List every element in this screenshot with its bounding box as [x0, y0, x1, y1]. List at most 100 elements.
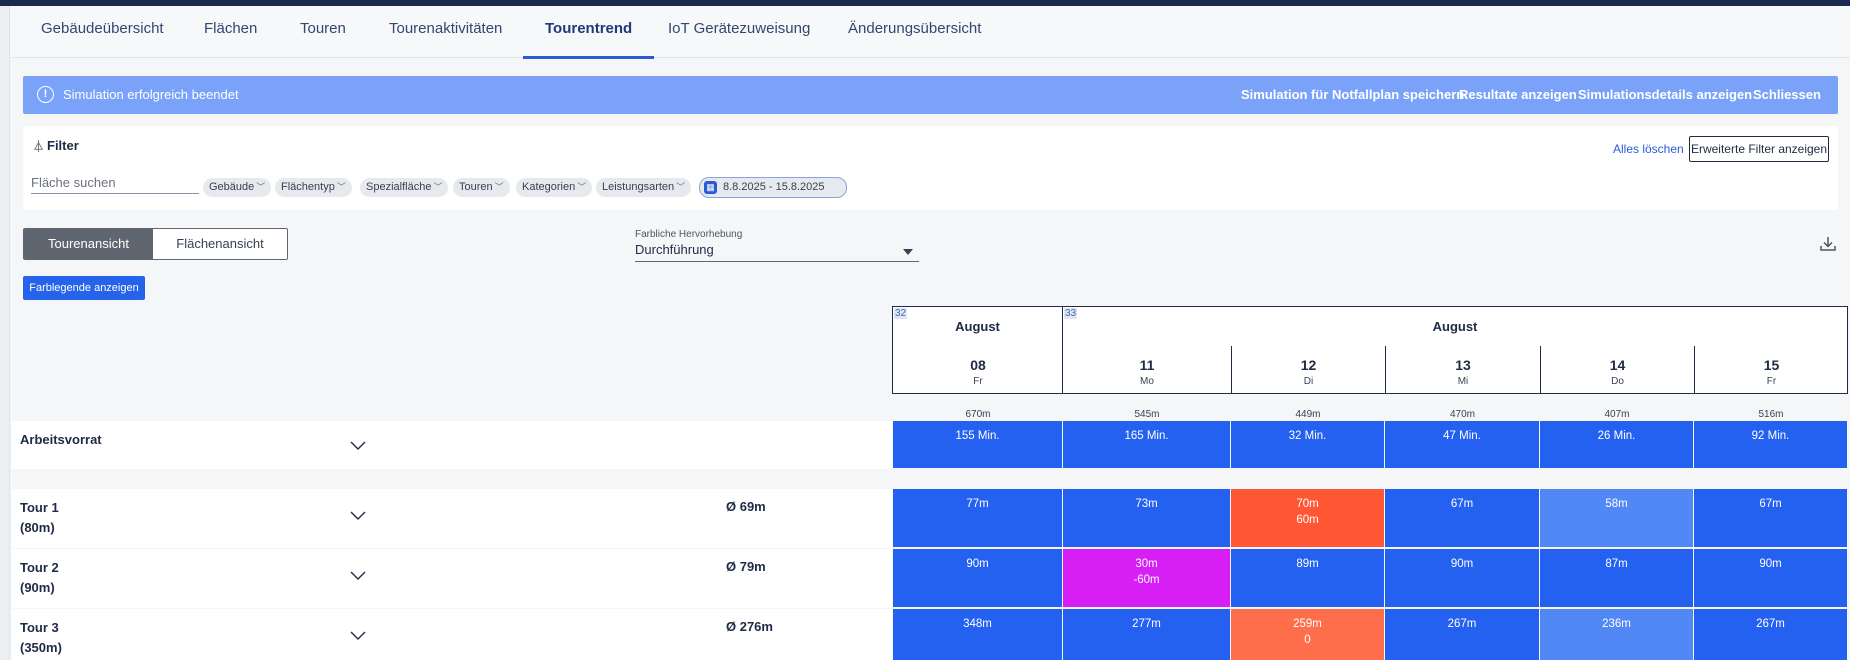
day-header: 15 Fr: [1694, 346, 1848, 394]
save-emergency-plan-link[interactable]: Simulation für Notfallplan speichern: [1241, 87, 1464, 102]
tour-row: Tour 2 (90m) Ø 79m: [12, 549, 892, 608]
trend-cell[interactable]: 70m 60m: [1231, 489, 1384, 547]
day-header: 12 Di: [1231, 346, 1385, 394]
cell-value: 89m: [1296, 558, 1319, 570]
day-total: 516m: [1758, 409, 1784, 420]
row-target: (350m): [20, 640, 62, 655]
cell-value: 90m: [1450, 558, 1474, 570]
simulation-details-link[interactable]: Simulationsdetails anzeigen: [1578, 87, 1752, 102]
day-number: 13: [1455, 357, 1471, 373]
trend-cell[interactable]: 58m: [1540, 489, 1693, 547]
show-results-link[interactable]: Resultate anzeigen: [1459, 87, 1577, 102]
day-number: 12: [1300, 357, 1317, 373]
area-view-button[interactable]: Flächenansicht: [153, 229, 287, 259]
row-name: Tour 2 (90m): [20, 558, 59, 598]
trend-cell[interactable]: 89m: [1231, 549, 1384, 607]
chip-spezialflaeche[interactable]: Spezialfläche ﹀: [360, 178, 449, 197]
cell-value: 32 Min.: [1288, 430, 1327, 442]
clear-all-link[interactable]: Alles löschen: [1613, 142, 1684, 156]
tab-touren[interactable]: Touren: [300, 6, 346, 58]
chevron-down-icon[interactable]: [350, 507, 366, 523]
day-header: 14 Do: [1540, 346, 1694, 394]
trend-cell[interactable]: 67m: [1694, 489, 1847, 547]
cell-value: 259m: [1293, 618, 1322, 630]
chip-flaechentyp[interactable]: Flächentyp ﹀: [275, 178, 352, 197]
chip-spezialflaeche-label: Spezialfläche: [366, 181, 432, 193]
date-range-label: 8.8.2025 - 15.8.2025: [723, 181, 825, 193]
trend-cell[interactable]: 30m -60m: [1063, 549, 1230, 607]
tab-tourentrend[interactable]: Tourentrend: [522, 6, 655, 59]
trend-cell[interactable]: 47 Min.: [1385, 421, 1539, 468]
day-total: 407m: [1604, 409, 1630, 420]
trend-cell[interactable]: 348m: [893, 609, 1062, 660]
tab-iot-geraetezuweisung[interactable]: IoT Gerätezuweisung: [668, 6, 810, 58]
tab-flaechen[interactable]: Flächen: [204, 6, 257, 58]
tab-gebaeudeuebersicht[interactable]: Gebäudeübersicht: [41, 6, 164, 58]
tab-aenderungsuebersicht[interactable]: Änderungsübersicht: [848, 6, 981, 58]
tab-bar: Gebäudeübersicht Flächen Touren Tourenak…: [10, 6, 1850, 59]
trend-cell[interactable]: 90m: [1694, 549, 1847, 607]
download-icon[interactable]: [1818, 234, 1838, 254]
date-range-chip[interactable]: ▦ 8.8.2025 - 15.8.2025: [699, 177, 847, 198]
chevron-down-icon: ﹀: [676, 182, 686, 192]
week-number: 32: [894, 308, 908, 319]
day-weekday: Fr: [973, 376, 983, 387]
cell-delta: -60m: [1133, 574, 1160, 586]
day-weekday: Do: [1611, 376, 1624, 387]
chip-kategorien[interactable]: Kategorien ﹀: [516, 178, 593, 197]
cell-value: 267m: [1756, 618, 1785, 630]
close-banner-link[interactable]: Schliessen: [1753, 87, 1821, 102]
trend-cell[interactable]: 267m: [1694, 609, 1847, 660]
trend-cell[interactable]: 267m: [1385, 609, 1539, 660]
row-average: Ø 69m: [726, 499, 766, 514]
row-title: Tour 1: [20, 500, 59, 515]
trend-cell[interactable]: 165 Min.: [1063, 421, 1230, 468]
week-header: 33 August 11 Mo 12 Di 13 Mi 14 Do 15 Fr: [1062, 306, 1848, 394]
chevron-down-icon[interactable]: [350, 437, 366, 453]
day-total: 449m: [1295, 409, 1321, 420]
day-total: 470m: [1449, 409, 1475, 420]
view-toggle: Tourenansicht Flächenansicht: [23, 228, 288, 260]
caret-down-icon: [903, 249, 913, 255]
cell-value: 73m: [1135, 498, 1158, 510]
chip-leistungsarten-label: Leistungsarten: [602, 181, 675, 193]
color-legend-button[interactable]: Farblegende anzeigen: [23, 276, 145, 300]
chip-gebaeude[interactable]: Gebäude ﹀: [203, 178, 272, 197]
advanced-filter-button[interactable]: Erweiterte Filter anzeigen: [1689, 136, 1829, 162]
trend-cell[interactable]: 236m: [1540, 609, 1693, 660]
cell-value: 67m: [1759, 498, 1782, 510]
chevron-down-icon: ﹀: [336, 182, 346, 192]
cell-value: 77m: [966, 498, 989, 510]
day-number: 14: [1609, 357, 1626, 373]
tour-view-button[interactable]: Tourenansicht: [24, 229, 153, 259]
area-search-input[interactable]: [31, 172, 199, 194]
cell-delta: 0: [1304, 634, 1311, 646]
trend-cell[interactable]: 277m: [1063, 609, 1230, 660]
trend-cell[interactable]: 259m 0: [1231, 609, 1384, 660]
chevron-down-icon: ﹀: [494, 182, 504, 192]
cell-value: 165 Min.: [1124, 430, 1169, 442]
trend-cell[interactable]: 92 Min.: [1694, 421, 1847, 468]
trend-cell[interactable]: 67m: [1385, 489, 1539, 547]
chip-touren[interactable]: Touren ﹀: [453, 178, 510, 197]
tab-tourenaktivitaeten[interactable]: Tourenaktivitäten: [389, 6, 502, 58]
trend-cell[interactable]: 90m: [1385, 549, 1539, 607]
trend-cell[interactable]: 155 Min.: [893, 421, 1062, 468]
trend-cell[interactable]: 87m: [1540, 549, 1693, 607]
trend-cell[interactable]: 73m: [1063, 489, 1230, 547]
row-name: Tour 1 (80m): [20, 498, 59, 538]
day-number: 15: [1763, 357, 1780, 373]
chip-flaechentyp-label: Flächentyp: [281, 181, 335, 193]
trend-cell[interactable]: 32 Min.: [1231, 421, 1384, 468]
trend-cell[interactable]: 77m: [893, 489, 1062, 547]
filter-title: ⏃ Filter: [33, 138, 79, 154]
day-number: 08: [970, 357, 986, 373]
trend-cell[interactable]: 26 Min.: [1540, 421, 1693, 468]
chevron-down-icon[interactable]: [350, 627, 366, 643]
cell-value: 58m: [1605, 498, 1628, 510]
calendar-icon: ▦: [704, 181, 717, 194]
highlight-select[interactable]: Durchführung: [635, 242, 919, 262]
trend-cell[interactable]: 90m: [893, 549, 1062, 607]
chevron-down-icon[interactable]: [350, 567, 366, 583]
chip-leistungsarten[interactable]: Leistungsarten ﹀: [596, 178, 692, 197]
